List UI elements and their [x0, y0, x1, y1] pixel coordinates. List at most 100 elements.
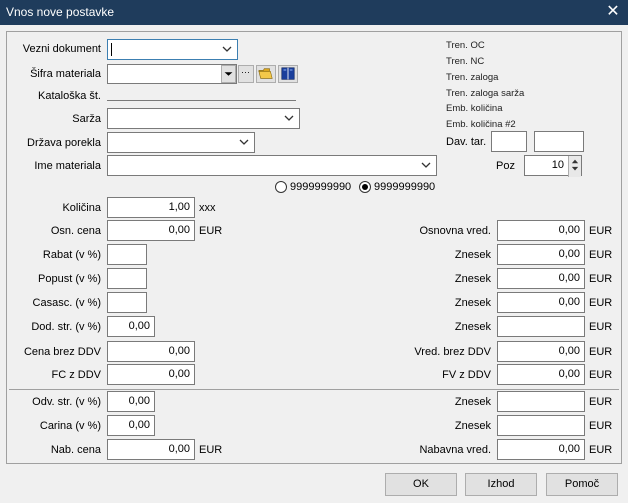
vred-brez-ddv-unit: EUR — [589, 346, 613, 358]
ok-button[interactable]: OK — [385, 473, 457, 496]
izhod-button[interactable]: Izhod — [465, 473, 537, 496]
nabavna-vred-unit: EUR — [589, 444, 613, 456]
poz-label: Poz — [496, 160, 515, 172]
osn-cena-value: 0,00 — [168, 224, 190, 236]
osn-cena-unit: EUR — [199, 225, 223, 237]
dav-tar-field-2[interactable] — [534, 131, 584, 152]
poz-value: 10 — [551, 159, 564, 171]
book-button[interactable] — [278, 65, 298, 83]
nabavna-vred-field[interactable]: 0,00 — [497, 439, 585, 460]
odv-str-value: 0,00 — [128, 395, 150, 407]
sifra-dropdown-button[interactable] — [221, 65, 236, 83]
fv-z-ddv-unit: EUR — [589, 369, 613, 381]
znesek-4-unit: EUR — [589, 321, 613, 333]
chevron-down-icon[interactable] — [283, 111, 295, 125]
form-panel: Vezni dokument Šifra materiala ··· Katal… — [6, 31, 622, 464]
znesek-4-field[interactable] — [497, 316, 585, 337]
poz-spin-buttons[interactable] — [568, 156, 581, 177]
nab-cena-label: Nab. cena — [50, 444, 101, 456]
poz-stepper[interactable]: 10 — [524, 155, 582, 177]
znesek-3-label: Znesek — [454, 297, 491, 309]
znesek-6-field[interactable] — [497, 415, 585, 436]
radio-option-1-label: 9999999990 — [290, 181, 352, 193]
znesek-2-unit: EUR — [589, 273, 613, 285]
chevron-down-icon[interactable] — [420, 158, 432, 172]
ellipsis-button[interactable]: ··· — [238, 65, 254, 83]
odv-str-field[interactable]: 0,00 — [107, 391, 155, 412]
tren-nc-label: Tren. NC — [446, 56, 485, 67]
znesek-1-label: Znesek — [454, 249, 491, 261]
ime-materiala-label: Ime materiala — [34, 160, 101, 172]
vred-brez-ddv-field[interactable]: 0,00 — [497, 341, 585, 362]
title-bar: Vnos nove postavke ✕ — [0, 0, 628, 25]
dod-str-field[interactable]: 0,00 — [107, 316, 155, 337]
radio-option-1[interactable] — [275, 181, 287, 193]
znesek-5-field[interactable] — [497, 391, 585, 412]
popust-field[interactable] — [107, 268, 147, 289]
cena-brez-ddv-value: 0,00 — [168, 345, 190, 357]
casasc-field[interactable] — [107, 292, 147, 313]
dav-tar-field-1[interactable] — [491, 131, 527, 152]
znesek-1-field[interactable]: 0,00 — [497, 244, 585, 265]
radio-option-2[interactable] — [359, 181, 371, 193]
caret-down-icon — [224, 72, 233, 76]
tren-zaloga-label: Tren. zaloga — [446, 72, 499, 83]
ellipsis-label: ··· — [241, 67, 250, 77]
tren-zaloga-sarza-label: Tren. zaloga sarža — [446, 88, 525, 99]
fc-z-ddv-field[interactable]: 0,00 — [107, 364, 195, 385]
rabat-field[interactable] — [107, 244, 147, 265]
nabavna-vred-value: 0,00 — [558, 443, 580, 455]
radio-option-2-label: 9999999990 — [374, 181, 436, 193]
znesek-3-field[interactable]: 0,00 — [497, 292, 585, 313]
fc-z-ddv-label: FC z DDV — [51, 369, 102, 381]
osn-cena-label: Osn. cena — [50, 225, 101, 237]
znesek-5-unit: EUR — [589, 396, 613, 408]
kolicina-label: Količina — [62, 202, 101, 214]
emb-kolicina-2-label: Emb. količina #2 — [446, 119, 516, 130]
pomoc-button[interactable]: Pomoč — [546, 473, 618, 496]
znesek-1-value: 0,00 — [558, 248, 580, 260]
carina-value: 0,00 — [128, 419, 150, 431]
osnovna-vred-label: Osnovna vred. — [419, 225, 491, 237]
fv-z-ddv-label: FV z DDV — [442, 369, 491, 381]
dod-str-label: Dod. str. (v %) — [31, 321, 101, 333]
sifra-materiala-combo[interactable] — [107, 64, 237, 84]
vred-brez-ddv-value: 0,00 — [558, 345, 580, 357]
cena-brez-ddv-label: Cena brez DDV — [23, 346, 101, 358]
chevron-down-icon[interactable] — [238, 135, 250, 149]
drzava-porekla-combo[interactable] — [107, 132, 255, 153]
odv-str-label: Odv. str. (v %) — [32, 396, 101, 408]
book-icon — [281, 67, 295, 80]
spin-arrows-icon — [571, 159, 579, 171]
chevron-down-icon[interactable] — [221, 42, 233, 56]
ime-materiala-combo[interactable] — [107, 155, 437, 176]
kataloska-label: Kataloška št. — [38, 90, 101, 102]
fv-z-ddv-field[interactable]: 0,00 — [497, 364, 585, 385]
sarza-combo[interactable] — [107, 108, 300, 129]
znesek-2-field[interactable]: 0,00 — [497, 268, 585, 289]
osnovna-vred-unit: EUR — [589, 225, 613, 237]
dod-str-value: 0,00 — [128, 320, 150, 332]
carina-field[interactable]: 0,00 — [107, 415, 155, 436]
kataloska-underline — [107, 100, 296, 101]
rabat-label: Rabat (v %) — [42, 249, 101, 261]
emb-kolicina-label: Emb. količina — [446, 103, 503, 114]
section-divider — [9, 389, 619, 390]
drzava-porekla-label: Država porekla — [27, 137, 101, 149]
znesek-5-label: Znesek — [454, 396, 491, 408]
nab-cena-field[interactable]: 0,00 — [107, 439, 195, 460]
kolicina-value: 1,00 — [168, 201, 190, 213]
znesek-2-value: 0,00 — [558, 272, 580, 284]
osnovna-vred-field[interactable]: 0,00 — [497, 220, 585, 241]
osn-cena-field[interactable]: 0,00 — [107, 220, 195, 241]
nab-cena-value: 0,00 — [168, 443, 190, 455]
osnovna-vred-value: 0,00 — [558, 224, 580, 236]
close-icon[interactable]: ✕ — [604, 2, 622, 22]
folder-button[interactable] — [256, 65, 276, 83]
cena-brez-ddv-field[interactable]: 0,00 — [107, 341, 195, 362]
znesek-2-label: Znesek — [454, 273, 491, 285]
casasc-label: Casasc. (v %) — [32, 297, 101, 309]
kolicina-field[interactable]: 1,00 — [107, 197, 195, 218]
vezni-dokument-combo[interactable] — [107, 39, 238, 60]
vezni-dokument-label: Vezni dokument — [22, 43, 101, 55]
